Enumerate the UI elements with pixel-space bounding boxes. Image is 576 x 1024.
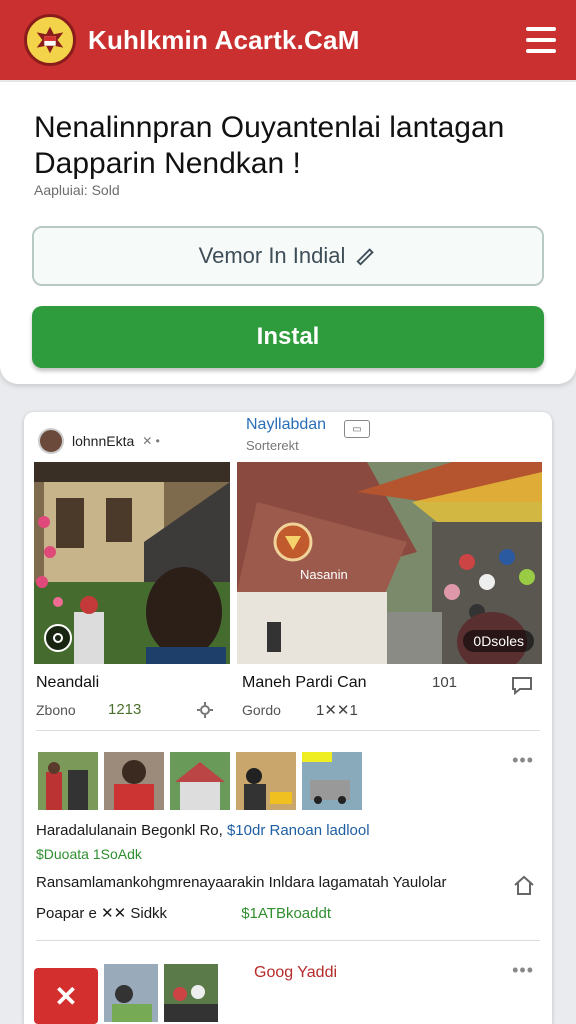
verify-button[interactable]: Vemor In Indial — [32, 226, 544, 286]
listing-title-main: Haradalulanain Begonkl Ro, — [36, 822, 223, 839]
listing-thumbnails — [104, 964, 218, 1022]
app-title: Kuhlkmin Acartk.CaM — [88, 24, 360, 55]
view-count-badge: 0Dsoles — [463, 630, 534, 652]
listing-thumbnail[interactable] — [170, 752, 230, 810]
meta-left-label: Zbono — [36, 702, 76, 718]
listing-title-price: $10dr Ranoan ladlool — [226, 822, 370, 839]
install-card: Nenalinnpran Ouyantenlai lantagan Dappar… — [0, 82, 576, 384]
listing-thumbnail[interactable] — [104, 964, 158, 1022]
post-header: lohnnEkta ✕ • — [38, 426, 160, 456]
listing-price: $Duoata 1SoAdk — [36, 846, 142, 862]
listing-thumbnails — [38, 752, 362, 810]
install-title: Nenalinnpran Ouyantenlai lantagan Dappar… — [34, 111, 505, 180]
post-author-extra: ✕ • — [142, 434, 160, 448]
post-photo-village[interactable]: 0Dsoles — [237, 462, 542, 664]
install-subtitle: Aapluiai: Sold — [34, 182, 120, 198]
listing-thumbnail[interactable] — [236, 752, 296, 810]
more-options-icon[interactable]: ••• — [512, 960, 534, 981]
meta-right-count: 1✕✕1 — [316, 702, 358, 719]
chat-icon[interactable] — [510, 674, 534, 696]
post-photo-house[interactable] — [34, 462, 230, 664]
divider — [36, 730, 540, 731]
navigation-sublabel: Sorterekt — [246, 438, 299, 453]
caption-count: 101 — [432, 674, 458, 691]
gear-icon[interactable] — [196, 701, 214, 719]
verify-button-label: Vemor In Indial — [198, 243, 346, 268]
listing-title[interactable]: Haradalulanain Begonkl Ro, $10dr Ranoan … — [36, 822, 370, 839]
meta-left-count: 1213 — [108, 701, 142, 718]
home-icon[interactable] — [512, 874, 536, 896]
post-author[interactable]: lohnnEkta — [72, 433, 134, 449]
hamburger-menu-icon[interactable] — [526, 27, 556, 53]
navigation-link[interactable]: Nayllabdan — [246, 416, 326, 434]
listing-footer: Poapar e ✕✕ Sidkk $1ATBkoaddt — [36, 904, 331, 922]
edit-badge-icon[interactable]: ▭ — [344, 420, 370, 438]
garuda-emblem-icon[interactable] — [24, 14, 76, 66]
listing-title[interactable]: Goog Yaddi — [254, 964, 337, 982]
listing-thumbnail[interactable] — [38, 752, 98, 810]
listing-description: Ransamlamankohgmrenayaarakin Inldara lag… — [36, 874, 447, 891]
divider — [36, 940, 540, 941]
top-bar: Kuhlkmin Acartk.CaM — [0, 0, 576, 80]
caption-right: Maneh Pardi Can — [242, 674, 367, 691]
map-pin-label: Nasanin — [300, 567, 348, 582]
listing-thumbnail[interactable] — [302, 752, 362, 810]
listing-thumbnail[interactable] — [104, 752, 164, 810]
avatar[interactable] — [38, 428, 64, 454]
meta-right-label: Gordo — [242, 702, 281, 718]
feed-card: lohnnEkta ✕ • Nayllabdan ▭ Sorterekt 0Ds… — [24, 412, 552, 1024]
close-button[interactable]: ✕ — [34, 968, 98, 1024]
listing-footer-label: Poapar e ✕✕ Sidkk — [36, 905, 168, 922]
caption-left: Neandali — [36, 674, 100, 691]
pencil-icon — [356, 248, 375, 266]
install-button[interactable]: Instal — [32, 306, 544, 368]
listing-footer-price: $1ATBkoaddt — [241, 905, 331, 922]
listing-thumbnail[interactable] — [164, 964, 218, 1022]
camera-icon[interactable] — [44, 624, 72, 652]
more-options-icon[interactable]: ••• — [512, 750, 534, 771]
